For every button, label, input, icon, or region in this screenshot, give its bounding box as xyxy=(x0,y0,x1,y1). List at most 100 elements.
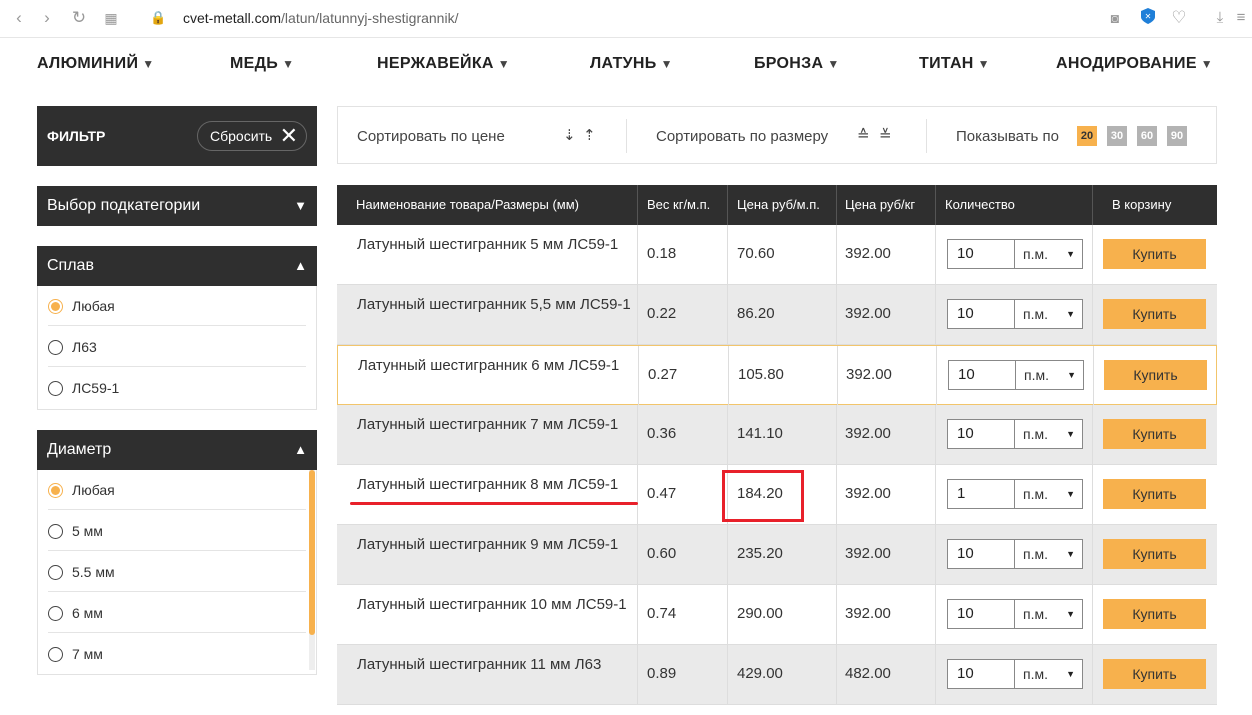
sort-desc-icon[interactable]: ⇡ xyxy=(583,126,596,144)
unit-select[interactable]: п.м. ▼ xyxy=(1015,299,1083,329)
buy-button[interactable]: Купить xyxy=(1103,419,1206,449)
divider xyxy=(1092,185,1093,225)
header-cart: В корзину xyxy=(1112,197,1172,212)
buy-button[interactable]: Купить xyxy=(1103,659,1206,689)
heart-icon[interactable]: ♡ xyxy=(1170,8,1188,28)
chevron-down-icon: ▼ xyxy=(282,57,295,71)
diameter-option-6[interactable]: 6 мм xyxy=(48,593,306,633)
quantity-input[interactable]: 10 xyxy=(947,419,1015,449)
buy-button[interactable]: Купить xyxy=(1103,599,1206,629)
sort-by-price-label[interactable]: Сортировать по цене xyxy=(357,128,505,145)
download-icon[interactable]: ⤓ xyxy=(1212,8,1228,28)
divider xyxy=(1092,405,1093,465)
nav-item-anodizing[interactable]: АНОДИРОВАНИЕ ▼ xyxy=(1056,55,1213,73)
dropdown-arrow-icon: ▼ xyxy=(1066,249,1075,259)
product-name[interactable]: Латунный шестигранник 5,5 мм ЛС59-1 xyxy=(357,294,637,315)
alloy-option-ls59[interactable]: ЛС59-1 xyxy=(48,368,306,408)
quantity-input[interactable]: 10 xyxy=(948,360,1016,390)
diameter-scrollbar[interactable] xyxy=(309,470,315,670)
divider xyxy=(935,645,936,705)
alloy-option-l63[interactable]: Л63 xyxy=(48,327,306,367)
quantity-input[interactable]: 10 xyxy=(947,299,1015,329)
radio[interactable] xyxy=(48,606,63,621)
product-name[interactable]: Латунный шестигранник 10 мм ЛС59-1 xyxy=(357,594,637,615)
radio[interactable] xyxy=(48,647,63,662)
product-name[interactable]: Латунный шестигранник 11 мм Л63 xyxy=(357,654,637,675)
quantity-input[interactable]: 10 xyxy=(947,539,1015,569)
header-weight: Вес кг/м.п. xyxy=(647,197,711,212)
buy-button[interactable]: Купить xyxy=(1103,479,1206,509)
unit-select[interactable]: п.м. ▼ xyxy=(1015,479,1083,509)
unit-select[interactable]: п.м. ▼ xyxy=(1015,419,1083,449)
camera-icon[interactable]: ◙ xyxy=(1106,8,1124,28)
radio[interactable] xyxy=(48,524,63,539)
buy-button[interactable]: Купить xyxy=(1104,360,1207,390)
sort-by-size-label[interactable]: Сортировать по размеру xyxy=(656,128,828,145)
quantity-input[interactable]: 10 xyxy=(947,239,1015,269)
quantity-input[interactable]: 10 xyxy=(947,659,1015,689)
diameter-option-5-5[interactable]: 5.5 мм xyxy=(48,552,306,592)
divider xyxy=(727,225,728,285)
radio-checked[interactable] xyxy=(48,483,63,498)
divider xyxy=(1092,285,1093,345)
unit-select[interactable]: п.м. ▼ xyxy=(1016,360,1084,390)
product-name[interactable]: Латунный шестигранник 6 мм ЛС59-1 xyxy=(358,355,638,376)
back-icon[interactable]: ‹ xyxy=(12,8,26,28)
nav-item-titanium[interactable]: ТИТАН ▼ xyxy=(919,55,990,73)
radio[interactable] xyxy=(48,340,63,355)
buy-button[interactable]: Купить xyxy=(1103,539,1206,569)
sort-size-asc-icon[interactable]: ≙ xyxy=(857,126,870,144)
buy-button[interactable]: Купить xyxy=(1103,239,1206,269)
unit-select[interactable]: п.м. ▼ xyxy=(1015,239,1083,269)
nav-item-copper[interactable]: МЕДЬ ▼ xyxy=(230,55,294,73)
divider xyxy=(935,185,936,225)
diameter-filter-header[interactable]: Диаметр ▲ xyxy=(37,430,317,470)
diameter-title: Диаметр xyxy=(47,441,112,458)
unit-label: п.м. xyxy=(1023,546,1048,562)
unit-select[interactable]: п.м. ▼ xyxy=(1015,659,1083,689)
product-price-kg: 392.00 xyxy=(845,545,891,562)
alloy-option-any[interactable]: Любая xyxy=(48,286,306,326)
table-row: Латунный шестигранник 5 мм ЛС59-1 0.18 70.… xyxy=(337,225,1217,285)
page-size-20[interactable]: 20 xyxy=(1077,126,1097,146)
product-name[interactable]: Латунный шестигранник 9 мм ЛС59-1 xyxy=(357,534,637,555)
sort-asc-icon[interactable]: ⇣ xyxy=(563,126,576,144)
product-weight: 0.18 xyxy=(647,245,677,262)
quantity-input[interactable]: 1 xyxy=(947,479,1015,509)
extension-shield-icon[interactable]: ✕ xyxy=(1140,8,1156,28)
radio-checked[interactable] xyxy=(48,299,63,314)
unit-select[interactable]: п.м. ▼ xyxy=(1015,539,1083,569)
page-size-30[interactable]: 30 xyxy=(1107,126,1127,146)
sort-size-desc-icon[interactable]: ≚ xyxy=(879,126,892,144)
product-price-m: 86.20 xyxy=(737,305,775,322)
header-name: Наименование товара/Размеры (мм) xyxy=(356,197,579,212)
option-label: ЛС59-1 xyxy=(72,380,120,396)
reset-filter-button[interactable]: Сбросить ✕ xyxy=(197,121,307,151)
tabs-grid-icon[interactable]: ▦ xyxy=(102,8,120,28)
diameter-option-any[interactable]: Любая xyxy=(48,470,306,510)
nav-item-bronze[interactable]: БРОНЗА ▼ xyxy=(754,55,840,73)
scrollbar-thumb[interactable] xyxy=(309,470,315,635)
buy-button[interactable]: Купить xyxy=(1103,299,1206,329)
product-name[interactable]: Латунный шестигранник 7 мм ЛС59-1 xyxy=(357,414,637,435)
diameter-option-5[interactable]: 5 мм xyxy=(48,511,306,551)
nav-item-stainless[interactable]: НЕРЖАВЕЙКА ▼ xyxy=(377,55,510,73)
radio[interactable] xyxy=(48,381,63,396)
menu-icon[interactable]: ≡ xyxy=(1236,8,1246,28)
address-bar[interactable]: cvet-metall.com/latun/latunnyj-shestigra… xyxy=(183,10,458,26)
radio[interactable] xyxy=(48,565,63,580)
product-name[interactable]: Латунный шестигранник 8 мм ЛС59-1 xyxy=(357,474,637,495)
forward-icon[interactable]: › xyxy=(40,8,54,28)
nav-item-brass[interactable]: ЛАТУНЬ ▼ xyxy=(590,55,673,73)
nav-item-aluminium[interactable]: АЛЮМИНИЙ ▼ xyxy=(37,55,154,73)
divider xyxy=(1092,585,1093,645)
reload-icon[interactable]: ↻ xyxy=(70,8,88,28)
product-name[interactable]: Латунный шестигранник 5 мм ЛС59-1 xyxy=(357,234,637,255)
diameter-option-7[interactable]: 7 мм xyxy=(48,634,306,674)
quantity-input[interactable]: 10 xyxy=(947,599,1015,629)
page-size-90[interactable]: 90 xyxy=(1167,126,1187,146)
alloy-filter-header[interactable]: Сплав ▲ xyxy=(37,246,317,286)
subcategory-dropdown[interactable]: Выбор подкатегории ▼ xyxy=(37,186,317,226)
page-size-60[interactable]: 60 xyxy=(1137,126,1157,146)
unit-select[interactable]: п.м. ▼ xyxy=(1015,599,1083,629)
